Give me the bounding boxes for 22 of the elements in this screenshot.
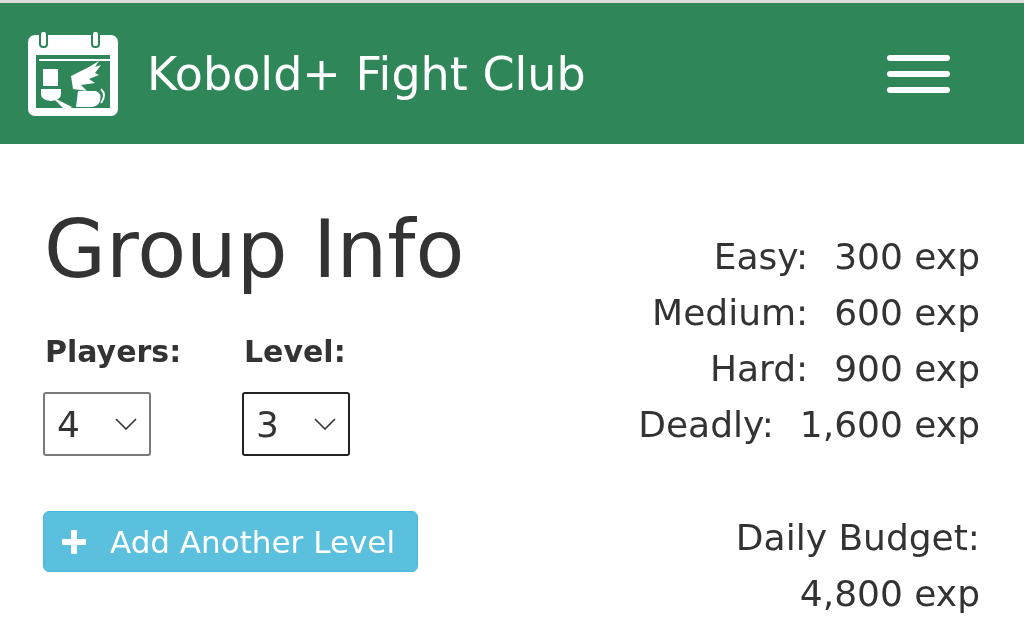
budget-label: Daily Budget: [735, 516, 980, 560]
budget-value: 4,800 exp [799, 572, 980, 616]
app-title: Kobold+ Fight Club [147, 45, 587, 102]
threshold-label: Deadly: [638, 403, 774, 447]
threshold-label: Medium: [652, 291, 809, 335]
threshold-value: 1,600 exp [799, 403, 980, 447]
chevron-down-icon [115, 418, 137, 430]
threshold-label: Easy: [713, 235, 809, 279]
menu-icon [887, 54, 950, 93]
calendar-dragon-icon [28, 31, 118, 116]
field-label: Players: [45, 333, 182, 371]
plus-icon [62, 529, 86, 554]
threshold-value: 300 exp [834, 235, 980, 279]
field-label: Level: [244, 333, 346, 371]
threshold-value: 900 exp [834, 347, 980, 391]
number-select[interactable]: 4 [43, 392, 151, 456]
section-heading: Group Info [44, 206, 465, 294]
menu-button[interactable] [887, 54, 950, 93]
threshold-value: 600 exp [834, 291, 980, 335]
number-select[interactable]: 3 [242, 392, 350, 456]
chevron-down-icon [314, 418, 336, 430]
threshold-label: Hard: [709, 347, 809, 391]
